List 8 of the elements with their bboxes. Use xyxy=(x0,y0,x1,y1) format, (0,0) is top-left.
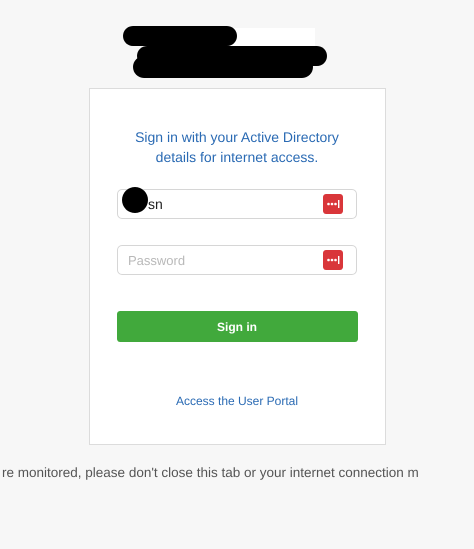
password-manager-icon[interactable] xyxy=(323,194,343,214)
password-field[interactable]: Password xyxy=(117,245,357,275)
password-manager-icon[interactable] xyxy=(323,250,343,270)
sign-in-button[interactable]: Sign in xyxy=(116,311,358,342)
login-heading: Sign in with your Active Directory details for internet access. xyxy=(134,128,340,167)
footer-notice: re monitored, please don't close this tab or your internet connection m xyxy=(1,464,420,482)
user-portal-link[interactable]: Access the User Portal xyxy=(176,392,298,410)
redaction-mark xyxy=(121,186,149,214)
